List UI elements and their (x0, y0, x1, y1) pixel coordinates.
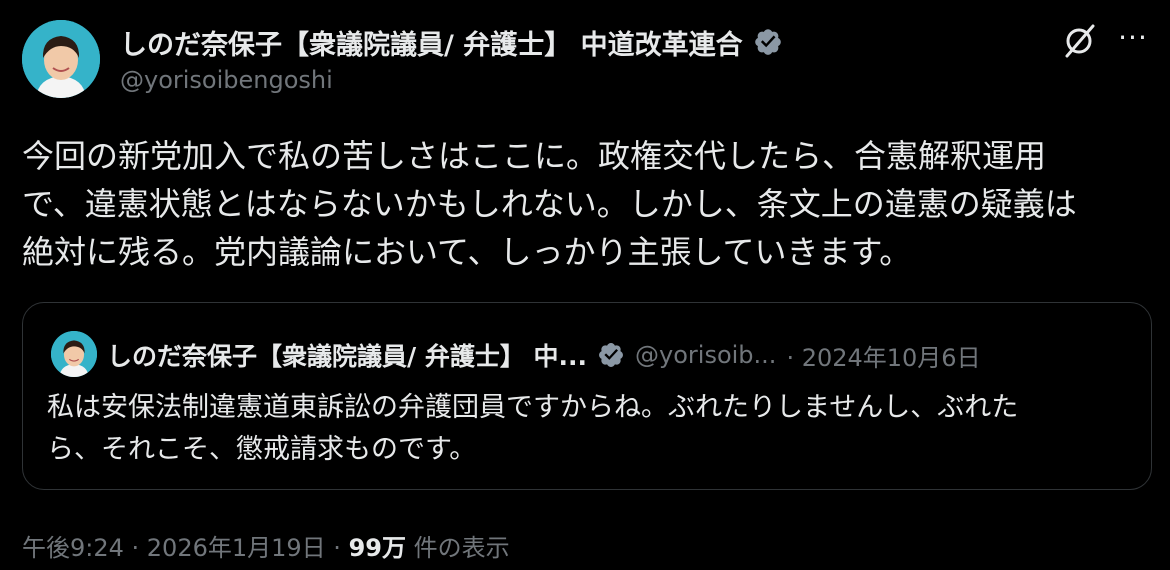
post-text: 今回の新党加入で私の苦しさはここに。政権交代したら、合憲解釈運用 で、違憲状態と… (22, 137, 1077, 271)
quoted-author-name: しのだ奈保子【衆議院議員/ 弁護士】 中... (107, 342, 588, 371)
views-label: 件の表示 (405, 534, 510, 562)
author-handle[interactable]: @yorisoibengoshi (120, 66, 333, 94)
post-meta: 午後9:24 · 2026年1月19日 · 99万 件の表示 (22, 528, 510, 563)
quoted-post[interactable]: しのだ奈保子【衆議院議員/ 弁護士】 中... @yorisoib... · 2… (22, 302, 1152, 490)
author-name-row: しのだ奈保子【衆議院議員/ 弁護士】 中道改革連合 (120, 22, 783, 62)
post-timestamp[interactable]: 午後9:24 · 2026年1月19日 · (22, 534, 349, 562)
author-avatar[interactable] (22, 20, 100, 98)
more-icon[interactable]: ··· (1115, 24, 1151, 60)
quoted-post-header: しのだ奈保子【衆議院議員/ 弁護士】 中... @yorisoib... · 2… (107, 333, 981, 377)
views-count: 99万 (348, 534, 406, 562)
verified-badge-icon[interactable] (753, 27, 783, 57)
quoted-post-text: 私は安保法制違憲道東訴訟の弁護団員ですからね。ぶれたりしませんし、ぶれた ら、そ… (47, 392, 1019, 465)
quoted-author-handle: @yorisoib... (635, 341, 777, 369)
author-name[interactable]: しのだ奈保子【衆議院議員/ 弁護士】 中道改革連合 (120, 23, 743, 62)
verified-badge-icon (599, 343, 623, 367)
grok-icon[interactable] (1060, 22, 1098, 60)
quoted-post-date: · 2024年10月6日 (786, 343, 981, 372)
quoted-author-avatar (51, 331, 97, 377)
